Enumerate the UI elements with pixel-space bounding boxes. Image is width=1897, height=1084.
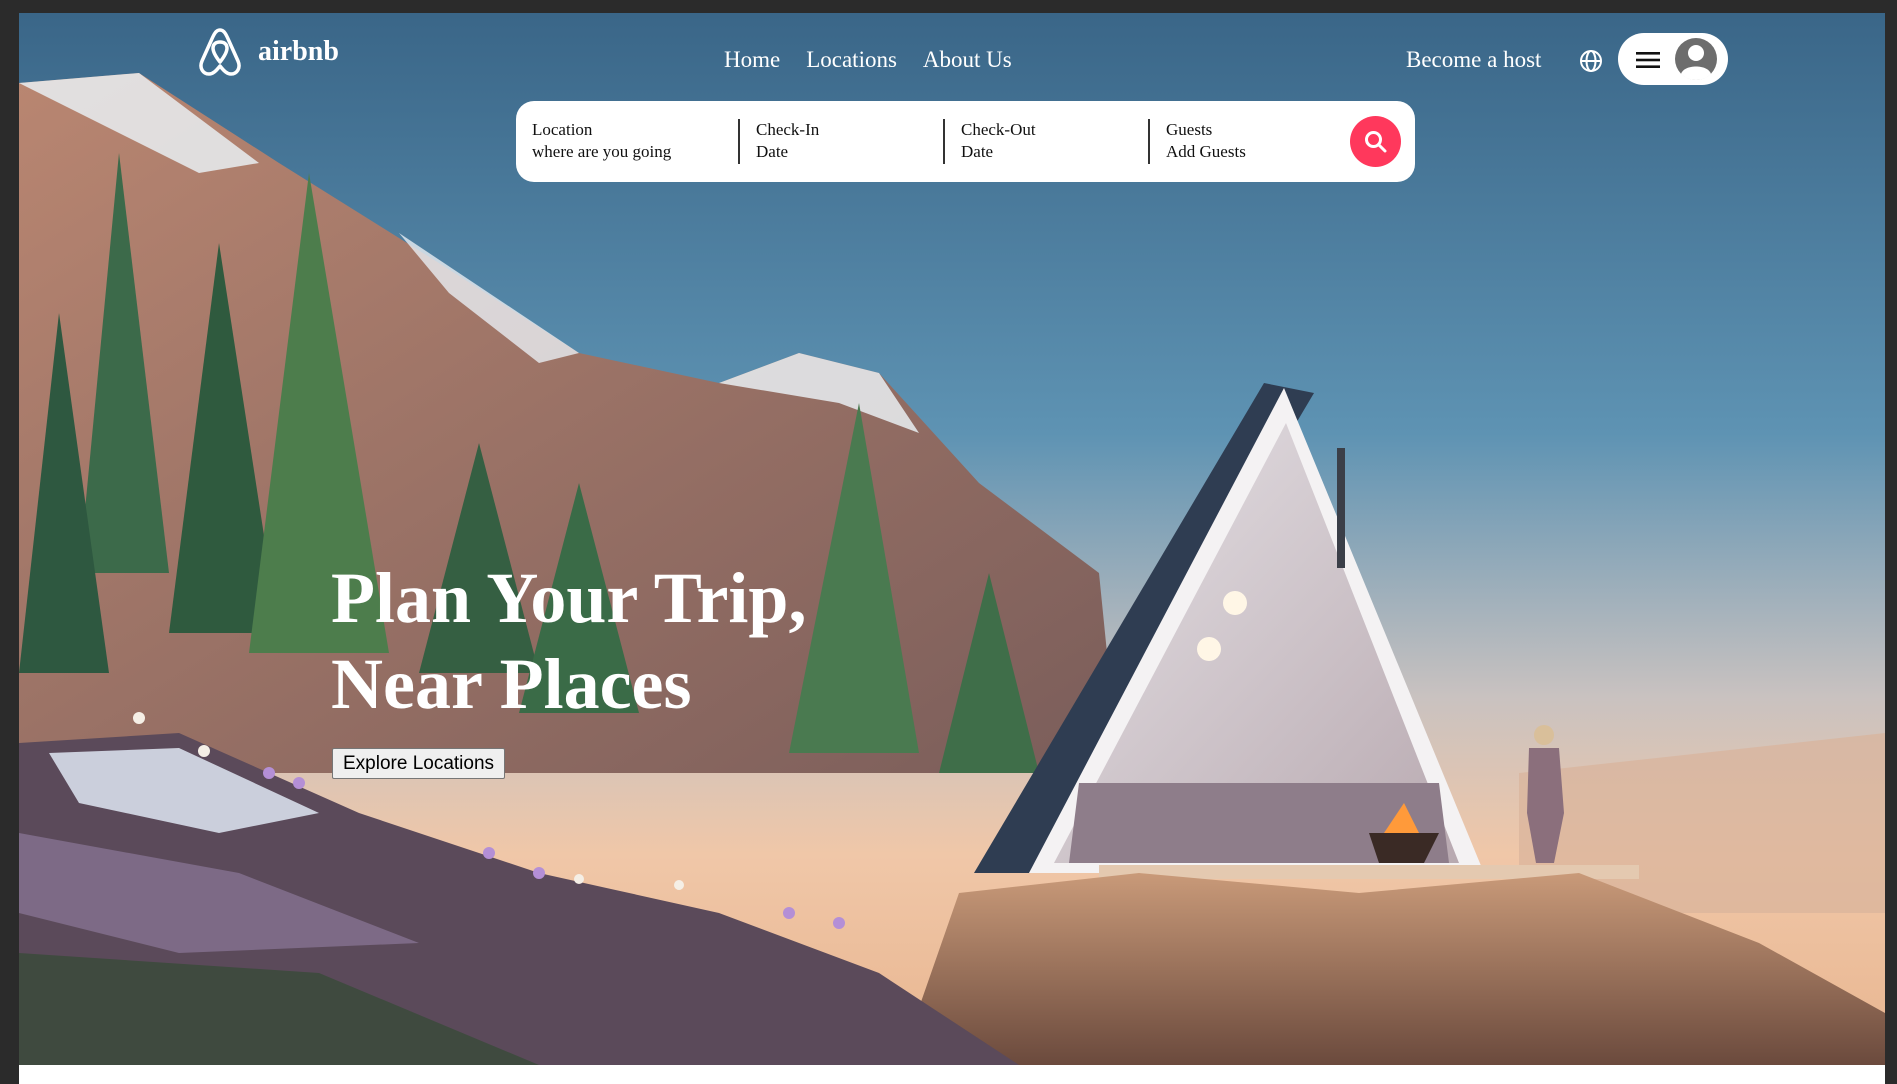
brand-name: airbnb — [258, 36, 339, 67]
location-field[interactable]: Location where are you going — [532, 119, 671, 163]
user-menu-button[interactable] — [1618, 33, 1728, 85]
check-out-label: Check-Out — [961, 120, 1036, 139]
hamburger-menu-icon — [1636, 52, 1660, 68]
search-icon — [1365, 131, 1387, 153]
check-in-placeholder: Date — [756, 142, 789, 161]
page-frame: airbnb Home Locations About Us Become a … — [19, 13, 1885, 1084]
check-in-label: Check-In — [756, 120, 820, 139]
check-out-placeholder: Date — [961, 142, 994, 161]
search-button[interactable] — [1350, 116, 1401, 167]
divider — [1148, 119, 1150, 164]
become-host-link[interactable]: Become a host — [1406, 47, 1541, 73]
guests-field[interactable]: Guests Add Guests — [1166, 119, 1246, 163]
hero-headline: Plan Your Trip, Near Places — [331, 555, 806, 727]
explore-locations-button[interactable]: Explore Locations — [332, 748, 506, 779]
airbnb-logo-icon — [199, 28, 241, 76]
globe-icon[interactable] — [1579, 49, 1603, 73]
location-label: Location — [532, 120, 593, 139]
location-placeholder: where are you going — [532, 142, 672, 161]
check-out-field[interactable]: Check-Out Date — [961, 119, 1036, 163]
nav-locations[interactable]: Locations — [806, 47, 897, 73]
divider — [738, 119, 740, 164]
user-avatar-icon — [1675, 38, 1717, 80]
check-in-field[interactable]: Check-In Date — [756, 119, 819, 163]
hero-section: airbnb Home Locations About Us Become a … — [19, 13, 1885, 1065]
nav-home[interactable]: Home — [724, 47, 780, 73]
nav-about-us[interactable]: About Us — [923, 47, 1012, 73]
divider — [943, 119, 945, 164]
hero-headline-line-1: Plan Your Trip, — [331, 558, 807, 638]
hero-headline-line-2: Near Places — [331, 644, 692, 724]
brand[interactable]: airbnb — [198, 27, 339, 77]
search-bar: Location where are you going Check-In Da… — [516, 101, 1415, 182]
main-nav: Home Locations About Us — [724, 47, 1012, 73]
guests-label: Guests — [1166, 120, 1213, 139]
guests-placeholder: Add Guests — [1166, 142, 1246, 161]
